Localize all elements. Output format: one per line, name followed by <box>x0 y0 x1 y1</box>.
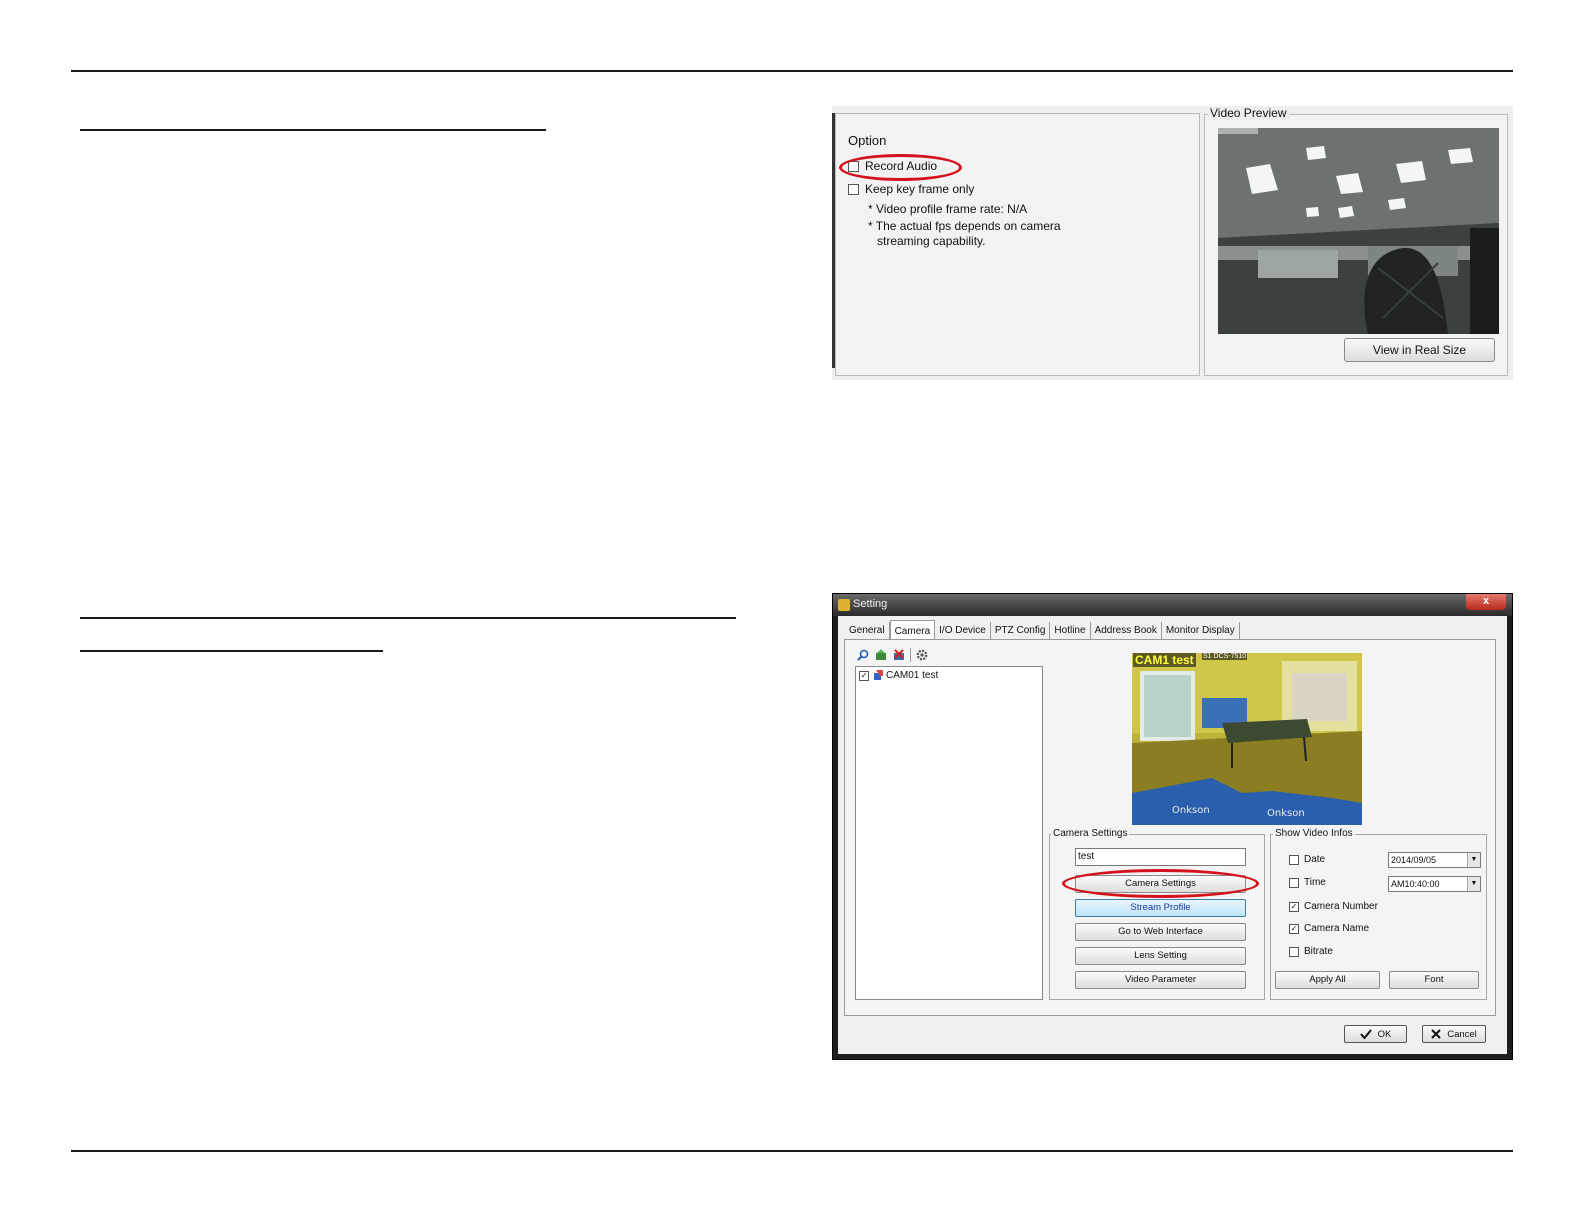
toolbar-separator <box>910 648 911 662</box>
camera-number-label: Camera Number <box>1304 901 1378 912</box>
date-checkbox[interactable] <box>1289 854 1299 865</box>
tree-item-label: CAM01 test <box>886 670 939 681</box>
osd-camera-model: S1 DCS-7510 <box>1202 653 1248 660</box>
record-audio-highlight <box>839 154 962 181</box>
tab-monitor-display[interactable]: Monitor Display <box>1162 622 1240 640</box>
delete-camera-icon[interactable] <box>893 649 905 661</box>
heading-underline-2a <box>80 617 736 619</box>
banner-text-1: Onkson <box>1172 805 1210 816</box>
keep-key-frame-label: Keep key frame only <box>865 182 975 196</box>
time-dropdown[interactable]: AM10:40:00 ▼ <box>1388 876 1481 892</box>
camera-tree: ✓ CAM01 test <box>855 666 1043 1000</box>
setting-dialog: Setting x General Camera I/O Device PTZ … <box>832 593 1513 1060</box>
time-value: AM10:40:00 <box>1391 879 1440 889</box>
web-interface-button[interactable]: Go to Web Interface <box>1075 923 1246 941</box>
stream-profile-button[interactable]: Stream Profile <box>1075 899 1246 917</box>
tab-bar: General Camera I/O Device PTZ Config Hot… <box>845 620 1240 640</box>
close-button[interactable]: x <box>1466 594 1506 610</box>
tab-address-book[interactable]: Address Book <box>1091 622 1162 640</box>
keep-key-frame-checkbox[interactable] <box>848 183 859 195</box>
dialog-titlebar: Setting x <box>833 594 1512 616</box>
office-preview-image <box>1218 128 1499 334</box>
ok-label: OK <box>1377 1028 1392 1040</box>
dialog-body: General Camera I/O Device PTZ Config Hot… <box>838 616 1507 1054</box>
bitrate-checkbox[interactable] <box>1289 946 1299 957</box>
tree-item-cam01[interactable]: ✓ CAM01 test <box>859 670 938 681</box>
check-icon <box>1359 1029 1372 1039</box>
fps-note-line2: streaming capability. <box>877 234 986 248</box>
camera-name-row[interactable]: ✓ Camera Name <box>1289 923 1369 934</box>
heading-underline-1 <box>80 129 546 131</box>
time-row[interactable]: Time <box>1289 877 1326 888</box>
date-dropdown[interactable]: 2014/09/05 ▼ <box>1388 852 1481 868</box>
apply-all-button[interactable]: Apply All <box>1275 971 1380 989</box>
frame-rate-note: * Video profile frame rate: N/A <box>868 202 1028 216</box>
ok-button[interactable]: OK <box>1344 1025 1407 1043</box>
camera-icon <box>874 670 883 680</box>
font-button[interactable]: Font <box>1389 971 1479 989</box>
settings-gear-icon[interactable] <box>916 649 928 661</box>
add-camera-icon[interactable] <box>875 649 887 661</box>
top-rule <box>71 70 1513 72</box>
bottom-rule <box>71 1150 1513 1152</box>
camera-number-checkbox[interactable]: ✓ <box>1289 901 1299 912</box>
bitrate-label: Bitrate <box>1304 946 1333 957</box>
tab-hotline[interactable]: Hotline <box>1050 622 1091 640</box>
osd-camera-name: CAM1 test <box>1133 653 1196 667</box>
cancel-label: Cancel <box>1447 1028 1477 1040</box>
dropdown-arrow-icon: ▼ <box>1467 853 1480 867</box>
camera-settings-highlight <box>1062 869 1259 898</box>
tab-io-device[interactable]: I/O Device <box>935 622 991 640</box>
lens-setting-button[interactable]: Lens Setting <box>1075 947 1246 965</box>
heading-underline-2b <box>80 650 383 652</box>
app-icon <box>838 599 850 611</box>
fps-note-line1: * The actual fps depends on camera <box>868 219 1061 233</box>
cancel-button[interactable]: Cancel <box>1422 1025 1486 1043</box>
tab-general[interactable]: General <box>845 622 890 640</box>
camera-name-checkbox[interactable]: ✓ <box>1289 923 1299 934</box>
dialog-title: Setting <box>853 598 888 610</box>
camera-settings-legend: Camera Settings <box>1051 828 1130 839</box>
date-label: Date <box>1304 854 1326 865</box>
recording-options-screenshot: Option Record Audio Keep key frame only … <box>832 106 1513 380</box>
video-preview-label: Video Preview <box>1208 106 1289 120</box>
banner-text-2: Onkson <box>1267 808 1305 819</box>
camera-name-input[interactable]: test <box>1075 848 1246 866</box>
cam01-checkbox[interactable]: ✓ <box>859 670 869 681</box>
bitrate-row[interactable]: Bitrate <box>1289 946 1333 957</box>
time-checkbox[interactable] <box>1289 877 1299 888</box>
view-real-size-button[interactable]: View in Real Size <box>1344 338 1495 362</box>
camera-live-image: Onkson Onkson CAM1 test S1 DCS-7510 <box>1132 653 1362 825</box>
tab-ptz-config[interactable]: PTZ Config <box>991 622 1051 640</box>
dropdown-arrow-icon: ▼ <box>1467 877 1480 891</box>
date-value: 2014/09/05 <box>1391 855 1437 865</box>
video-parameter-button[interactable]: Video Parameter <box>1075 971 1246 989</box>
show-video-infos-legend: Show Video Infos <box>1273 828 1355 839</box>
camera-name-label: Camera Name <box>1304 923 1370 934</box>
tab-camera[interactable]: Camera <box>889 620 936 640</box>
keep-key-frame-row[interactable]: Keep key frame only <box>848 182 974 196</box>
camera-tab-pane: ✓ CAM01 test Onkson Onkson CAM1 test S1 … <box>844 639 1496 1016</box>
date-row[interactable]: Date <box>1289 854 1325 865</box>
search-icon[interactable] <box>857 649 869 661</box>
time-label: Time <box>1304 877 1326 888</box>
panel-edge <box>832 113 835 368</box>
camera-number-row[interactable]: ✓ Camera Number <box>1289 901 1378 912</box>
option-title: Option <box>848 133 887 148</box>
cross-icon <box>1431 1029 1441 1039</box>
